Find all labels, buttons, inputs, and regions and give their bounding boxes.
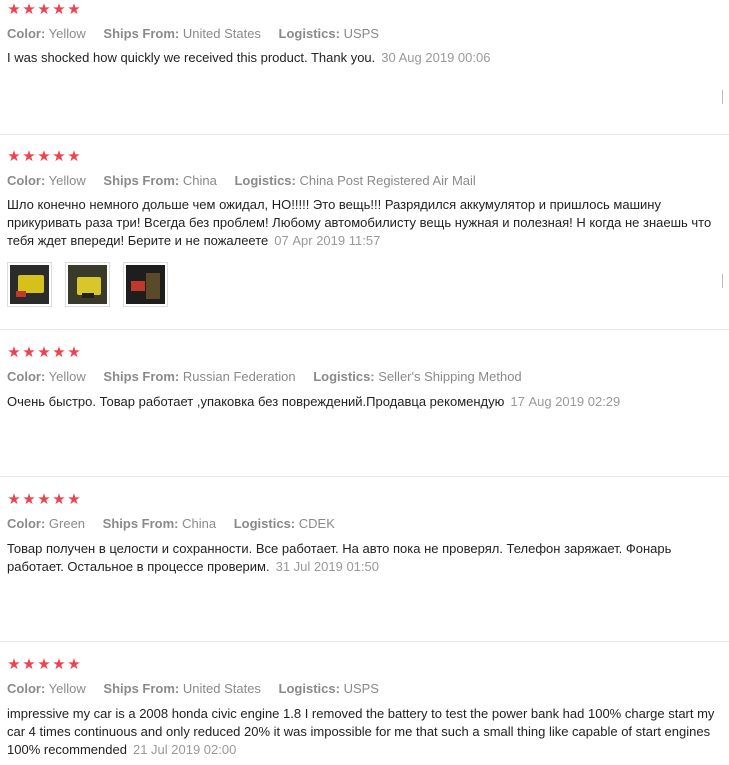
star-icon: ★ xyxy=(37,344,51,361)
helpful-button-edge[interactable] xyxy=(722,90,729,104)
color-label: Color: xyxy=(7,681,46,696)
star-icon: ★ xyxy=(22,344,36,361)
review-meta: Color: Yellow Ships From: United States … xyxy=(7,681,393,697)
review-date: 07 Apr 2019 11:57 xyxy=(274,233,381,248)
review-photo-thumb[interactable] xyxy=(7,262,52,307)
review-meta: Color: Yellow Ships From: Russian Federa… xyxy=(7,369,536,385)
star-icon: ★ xyxy=(7,1,21,18)
star-icon: ★ xyxy=(37,148,51,165)
star-rating: ★ ★ ★ ★ ★ xyxy=(7,148,81,165)
star-icon: ★ xyxy=(7,344,21,361)
review-date: 17 Aug 2019 02:29 xyxy=(510,394,621,409)
ships-from-label: Ships From: xyxy=(102,516,179,531)
star-icon: ★ xyxy=(52,491,66,508)
review-divider xyxy=(0,329,729,330)
star-icon: ★ xyxy=(67,344,81,361)
review-date: 31 Jul 2019 01:50 xyxy=(275,559,379,574)
star-icon: ★ xyxy=(52,344,66,361)
review-body: Очень быстро. Товар работает ,упаковка б… xyxy=(7,394,505,409)
logistics-value: USPS xyxy=(343,681,379,696)
star-rating: ★ ★ ★ ★ ★ xyxy=(7,656,81,673)
color-value: Green xyxy=(48,516,86,531)
color-value: Yellow xyxy=(48,173,86,188)
star-rating: ★ ★ ★ ★ ★ xyxy=(7,491,81,508)
review-meta: Color: Yellow Ships From: China Logistic… xyxy=(7,173,490,189)
review-divider xyxy=(0,476,729,477)
review-text: Очень быстро. Товар работает ,упаковка б… xyxy=(7,393,725,411)
star-icon: ★ xyxy=(67,1,81,18)
color-label: Color: xyxy=(7,26,46,41)
star-icon: ★ xyxy=(37,1,51,18)
color-value: Yellow xyxy=(48,681,86,696)
review-body: impressive my car is a 2008 honda civic … xyxy=(7,706,715,757)
ships-from-label: Ships From: xyxy=(103,173,180,188)
jump-starter-photo xyxy=(10,265,49,304)
review-body: I was shocked how quickly we received th… xyxy=(7,50,376,65)
star-icon: ★ xyxy=(52,656,66,673)
ships-from-label: Ships From: xyxy=(103,369,180,384)
logistics-value: China Post Registered Air Mail xyxy=(299,173,476,188)
logistics-label: Logistics: xyxy=(278,26,340,41)
review-text: impressive my car is a 2008 honda civic … xyxy=(7,705,725,759)
star-icon: ★ xyxy=(52,1,66,18)
star-icon: ★ xyxy=(22,656,36,673)
review-photo-thumb[interactable] xyxy=(65,262,110,307)
star-icon: ★ xyxy=(7,656,21,673)
logistics-label: Logistics: xyxy=(233,516,296,531)
review-meta: Color: Yellow Ships From: United States … xyxy=(7,26,393,42)
review-photos xyxy=(7,262,168,307)
logistics-label: Logistics: xyxy=(278,681,340,696)
star-icon: ★ xyxy=(22,148,36,165)
star-rating: ★ ★ ★ ★ ★ xyxy=(7,344,81,361)
ships-from-label: Ships From: xyxy=(103,681,180,696)
star-icon: ★ xyxy=(67,491,81,508)
color-label: Color: xyxy=(7,173,46,188)
star-rating: ★ ★ ★ ★ ★ xyxy=(7,1,81,18)
color-value: Yellow xyxy=(48,369,86,384)
review-photo-thumb[interactable] xyxy=(123,262,168,307)
star-icon: ★ xyxy=(22,491,36,508)
star-icon: ★ xyxy=(7,148,21,165)
logistics-value: USPS xyxy=(343,26,379,41)
color-label: Color: xyxy=(7,369,46,384)
ships-from-value: United States xyxy=(182,681,261,696)
star-icon: ★ xyxy=(67,148,81,165)
logistics-label: Logistics: xyxy=(313,369,375,384)
ships-from-value: China xyxy=(182,173,217,188)
star-icon: ★ xyxy=(37,491,51,508)
star-icon: ★ xyxy=(67,656,81,673)
review-text: I was shocked how quickly we received th… xyxy=(7,49,725,67)
review-text: Товар получен в целости и сохранности. В… xyxy=(7,540,725,576)
logistics-value: CDEK xyxy=(298,516,335,531)
review-date: 30 Aug 2019 00:06 xyxy=(381,50,491,65)
ships-from-label: Ships From: xyxy=(103,26,180,41)
ships-from-value: United States xyxy=(182,26,261,41)
review-meta: Color: Green Ships From: China Logistics… xyxy=(7,516,349,532)
review-text: Шло конечно немного дольше чем ожидал, Н… xyxy=(7,196,725,250)
color-label: Color: xyxy=(7,516,46,531)
logistics-label: Logistics: xyxy=(234,173,296,188)
jump-starter-photo xyxy=(126,265,165,304)
ships-from-value: China xyxy=(182,516,217,531)
star-icon: ★ xyxy=(37,656,51,673)
star-icon: ★ xyxy=(22,1,36,18)
jump-starter-photo xyxy=(68,265,107,304)
ships-from-value: Russian Federation xyxy=(182,369,296,384)
logistics-value: Seller's Shipping Method xyxy=(378,369,522,384)
star-icon: ★ xyxy=(7,491,21,508)
color-value: Yellow xyxy=(48,26,86,41)
helpful-button-edge[interactable] xyxy=(722,274,729,288)
review-date: 21 Jul 2019 02:00 xyxy=(132,742,237,757)
review-divider xyxy=(0,134,729,135)
review-divider xyxy=(0,641,729,642)
star-icon: ★ xyxy=(52,148,66,165)
